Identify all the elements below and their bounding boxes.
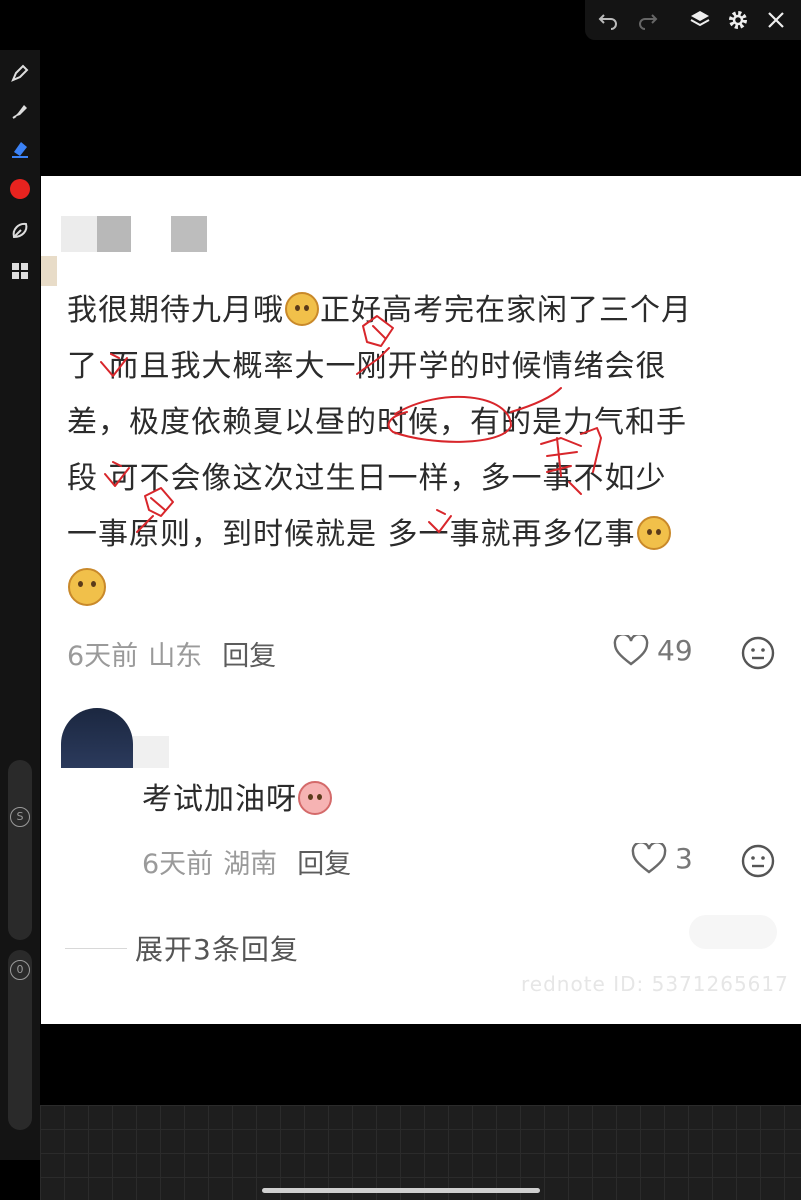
avatar-pixelated <box>61 216 97 252</box>
reply-location: 湖南 <box>223 849 278 880</box>
comment-meta: 6天前 山东 回复 <box>67 634 276 673</box>
username-pixelated <box>171 216 207 252</box>
emoji-icon <box>636 516 671 550</box>
reply-time: 6天前 <box>142 849 214 880</box>
comment-reply-button[interactable]: 回复 <box>222 641 276 672</box>
color-red-icon[interactable] <box>7 176 33 202</box>
comment-location: 山东 <box>148 641 203 672</box>
emoji-icon <box>285 292 319 326</box>
close-icon[interactable] <box>765 9 787 31</box>
left-toolbar: S 0 <box>0 50 40 1160</box>
reply-text: 考试加油呀 <box>142 774 333 818</box>
emoji-icon <box>298 781 332 815</box>
lasso-icon[interactable] <box>7 218 33 244</box>
comment-emoji-react-button[interactable] <box>741 636 775 674</box>
gear-icon[interactable] <box>727 9 749 31</box>
emoji-icon <box>68 568 106 606</box>
reply-meta: 6天前 湖南 回复 <box>142 842 351 881</box>
neutral-face-icon <box>741 844 775 878</box>
size-slider-knob[interactable]: S <box>10 807 30 827</box>
reply-like-button[interactable]: 3 <box>631 842 693 875</box>
opacity-slider[interactable]: 0 <box>8 950 32 1130</box>
pen-icon[interactable] <box>7 60 33 86</box>
heart-icon <box>631 842 667 874</box>
reply-reply-button[interactable]: 回复 <box>297 849 351 880</box>
home-indicator[interactable] <box>262 1188 540 1193</box>
comment-text: 我很期待九月哦 正好高考完在家闲了三个月 了 而且我大概率大一刚开学的时候情绪会很… <box>67 283 797 619</box>
comment-like-count: 49 <box>657 634 693 667</box>
neutral-face-icon <box>741 636 775 670</box>
comment-time: 6天前 <box>67 641 139 672</box>
top-toolbar <box>585 0 801 40</box>
comment-like-button[interactable]: 49 <box>613 634 693 667</box>
undo-icon[interactable] <box>597 9 619 31</box>
reply-username-pixelated <box>133 736 169 768</box>
avatar-pixelated <box>97 216 131 252</box>
redo-icon[interactable] <box>637 9 659 31</box>
layers-icon[interactable] <box>689 9 711 31</box>
divider <box>65 947 127 949</box>
heart-icon <box>613 634 649 666</box>
reply-emoji-react-button[interactable] <box>741 844 775 882</box>
watermark: rednote ID: 5371265617 <box>521 972 789 996</box>
reply-avatar <box>61 708 133 768</box>
marker-icon[interactable] <box>7 98 33 124</box>
opacity-slider-knob[interactable]: 0 <box>10 960 30 980</box>
size-slider[interactable]: S <box>8 760 32 940</box>
comment-screenshot: 我很期待九月哦 正好高考完在家闲了三个月 了 而且我大概率大一刚开学的时候情绪会很… <box>41 176 801 1024</box>
watermark-badge <box>689 915 777 949</box>
expand-replies-button[interactable]: 展开3条回复 <box>65 928 299 968</box>
canvas-grid-background <box>40 1105 801 1200</box>
reply-like-count: 3 <box>675 842 693 875</box>
eraser-icon[interactable] <box>7 136 33 162</box>
avatar-edge <box>41 256 57 286</box>
grid-icon[interactable] <box>7 258 33 284</box>
